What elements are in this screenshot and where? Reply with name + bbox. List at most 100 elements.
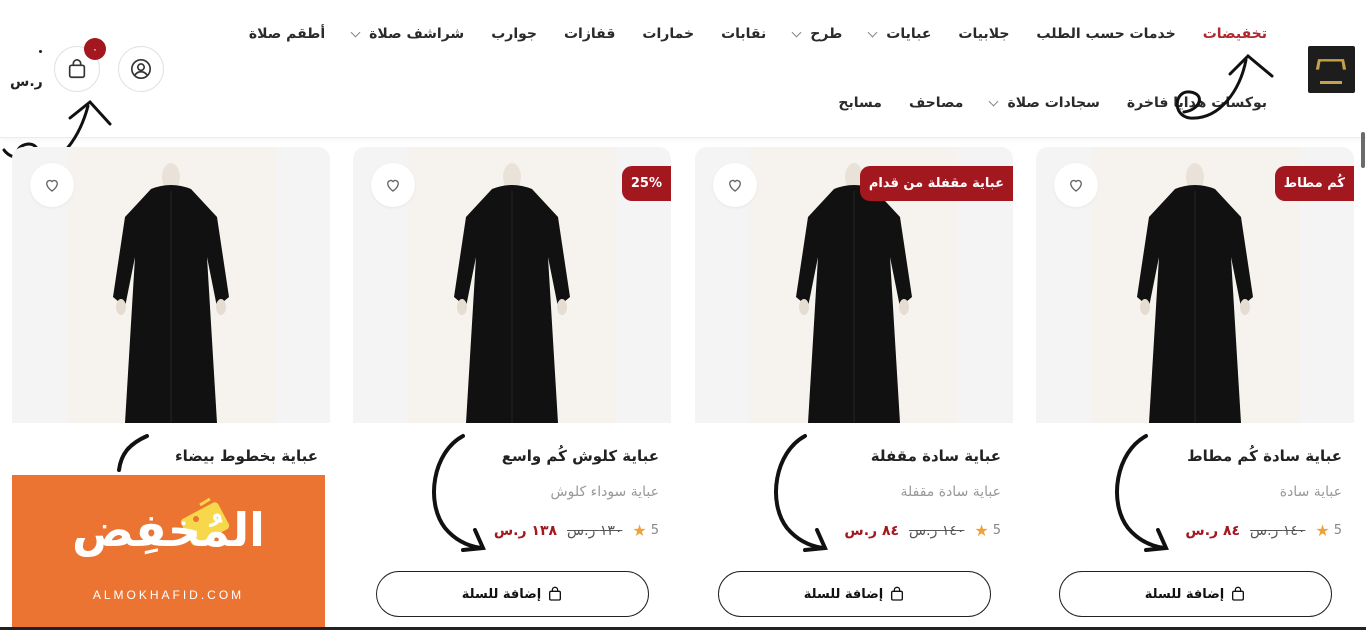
product-title[interactable]: عباية سادة كُم مطاط: [1187, 447, 1342, 465]
heart-icon: [1070, 179, 1082, 192]
nav-item-label: أطقم صلاة: [248, 26, 326, 42]
user-icon: [131, 59, 151, 79]
product-image-area[interactable]: عباية مقفلة من قدام: [695, 147, 1013, 423]
page-scrollbar[interactable]: [1361, 132, 1365, 168]
nav-item-r2-0[interactable]: بوكسات هدايا فاخرة: [1127, 91, 1267, 115]
product-card[interactable]: عباية مقفلة من قدام عباية سادة مقفلة عباية…: [695, 147, 1013, 630]
star-icon: ★: [1315, 521, 1330, 540]
rating: ★ 5: [1315, 521, 1342, 540]
product-photo: [67, 147, 275, 423]
nav-item-r1-1[interactable]: خدمات حسب الطلب: [1036, 22, 1175, 46]
annotation-arrow-down: [774, 434, 828, 552]
star-icon: ★: [632, 521, 647, 540]
product-badge: 25%: [621, 166, 671, 201]
nav-item-label: مصاحف: [908, 95, 964, 111]
shopping-bag-icon: [891, 586, 904, 601]
nav-item-label: قفازات: [563, 26, 616, 42]
main-nav-row-1: تخفيضات خدمات حسب الطلب جلابيات عبايات طرح نق…: [222, 22, 1267, 46]
site-header: تخفيضات خدمات حسب الطلب جلابيات عبايات طرح نق…: [0, 0, 1366, 138]
cart-dot: [39, 50, 42, 53]
nav-item-r1-4[interactable]: طرح: [791, 22, 843, 46]
sale-price: ٨٤ ر.س: [844, 522, 900, 539]
nav-item-r1-8[interactable]: جوارب: [491, 22, 537, 46]
product-card[interactable]: كُم مطاط عباية سادة كُم مطاط عباية سادة ٨٤ …: [1036, 147, 1354, 630]
product-title[interactable]: عباية سادة مقفلة: [871, 447, 1001, 465]
product-image-area[interactable]: كُم مطاط: [1036, 147, 1354, 423]
original-price: ١٤٠ ر.س: [1250, 522, 1306, 539]
chevron-down-icon: [350, 27, 361, 37]
nav-item-label: جلابيات: [958, 26, 1010, 42]
nav-item-label: بوكسات هدايا فاخرة: [1126, 95, 1267, 111]
chevron-down-icon: [867, 27, 878, 37]
nav-item-r2-2[interactable]: مصاحف: [909, 91, 963, 115]
product-card[interactable]: 25% عباية كلوش كُم واسع عباية سوداء كلوش ١٣…: [353, 147, 671, 630]
wishlist-button[interactable]: [713, 163, 757, 207]
wishlist-button[interactable]: [1054, 163, 1098, 207]
nav-item-label: طرح: [810, 26, 843, 42]
main-nav-row-2: بوكسات هدايا فاخرة سجادات صلاة مصاحف مسابح: [811, 91, 1267, 115]
heart-icon: [46, 179, 58, 192]
nav-item-label: خمارات: [642, 26, 695, 42]
product-title[interactable]: عباية كلوش كُم واسع: [502, 447, 659, 465]
nav-item-label: نقابات: [721, 26, 767, 42]
nav-item-r1-3[interactable]: عبايات: [867, 22, 932, 46]
nav-item-r1-10[interactable]: أطقم صلاة: [249, 22, 325, 46]
nav-item-label: شراشف صلاة: [369, 26, 465, 42]
wishlist-button[interactable]: [371, 163, 415, 207]
product-photo-frame: [1091, 147, 1299, 423]
logo-bar-shape: [1320, 74, 1342, 84]
promo-wordmark: المُخفِض: [72, 503, 265, 557]
cart-count-badge: ٠: [84, 38, 106, 60]
add-to-cart-button[interactable]: إضافة للسلة: [718, 571, 991, 617]
product-photo: [1091, 147, 1299, 423]
logo-roof-shape: [1315, 59, 1347, 70]
wishlist-button[interactable]: [30, 163, 74, 207]
annotation-arrow-down: [432, 434, 486, 552]
nav-item-label: تخفيضات: [1202, 26, 1267, 42]
nav-item-r1-7[interactable]: قفازات: [564, 22, 615, 46]
nav-item-label: خدمات حسب الطلب: [1036, 26, 1176, 42]
nav-item-r1-5[interactable]: نقابات: [721, 22, 766, 46]
price-row: ١٣٨ ر.س ١٣٠ ر.س ★ 5: [494, 521, 659, 540]
rating-value: 5: [1333, 523, 1342, 538]
rating-value: 5: [992, 523, 1001, 538]
add-to-cart-button[interactable]: إضافة للسلة: [1059, 571, 1332, 617]
account-button[interactable]: [118, 46, 164, 92]
nav-item-label: مسابح: [838, 95, 882, 111]
product-photo: [408, 147, 616, 423]
sale-price: ١٣٨ ر.س: [493, 522, 558, 539]
add-to-cart-label: إضافة للسلة: [803, 586, 884, 602]
rating-value: 5: [650, 523, 659, 538]
product-title[interactable]: عباية بخطوط بيضاء: [175, 447, 318, 465]
add-to-cart-label: إضافة للسلة: [1144, 586, 1225, 602]
product-subtitle: عباية سوداء كلوش: [550, 484, 659, 500]
chevron-down-icon: [988, 96, 999, 106]
product-badge: كُم مطاط: [1274, 166, 1354, 201]
product-photo-frame: [408, 147, 616, 423]
product-photo-frame: [67, 147, 275, 423]
nav-item-label: عبايات: [886, 26, 932, 42]
rating: ★ 5: [632, 521, 659, 540]
price-row: ٨٤ ر.س ١٤٠ ر.س ★ 5: [844, 521, 1001, 540]
nav-item-r1-2[interactable]: جلابيات: [958, 22, 1009, 46]
add-to-cart-button[interactable]: إضافة للسلة: [376, 571, 649, 617]
cart-total: ر.س: [10, 74, 43, 90]
original-price: ١٣٠ ر.س: [567, 522, 623, 539]
annotation-arrow-down: [1115, 434, 1169, 552]
product-badge: عباية مقفلة من قدام: [859, 166, 1013, 201]
nav-item-r2-1[interactable]: سجادات صلاة: [988, 91, 1100, 115]
star-icon: ★: [974, 521, 989, 540]
shopping-bag-icon: [549, 586, 562, 601]
product-image-area[interactable]: [12, 147, 330, 423]
shopping-bag-icon: [68, 59, 86, 79]
nav-item-r1-6[interactable]: خمارات: [642, 22, 694, 46]
product-image-area[interactable]: 25%: [353, 147, 671, 423]
nav-item-r1-0[interactable]: تخفيضات: [1203, 22, 1267, 46]
nav-item-r2-3[interactable]: مسابح: [838, 91, 882, 115]
promo-domain: ALMOKHAFID.COM: [92, 588, 245, 602]
nav-item-r1-9[interactable]: شراشف صلاة: [350, 22, 465, 46]
site-logo[interactable]: [1308, 46, 1355, 93]
promo-watermark: المُخفِض ALMOKHAFID.COM: [12, 475, 325, 630]
price-row: ٨٤ ر.س ١٤٠ ر.س ★ 5: [1185, 521, 1342, 540]
heart-icon: [387, 179, 399, 192]
